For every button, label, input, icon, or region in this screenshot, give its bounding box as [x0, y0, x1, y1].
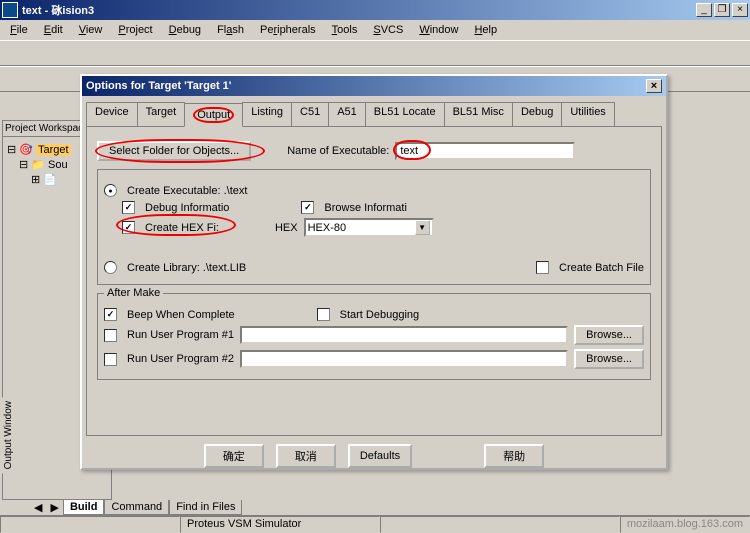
output-tab-command[interactable]: Command: [104, 500, 169, 515]
main-titlebar: text - 砯ision3 _ ❐ ×: [0, 0, 750, 20]
create-lib-radio[interactable]: [104, 261, 117, 274]
run-user2-checkbox[interactable]: [104, 353, 117, 366]
debug-info-label: Debug Informatio: [145, 202, 229, 214]
dialog-buttons: 确定 取消 Defaults 帮助: [82, 436, 666, 476]
open-icon[interactable]: [26, 43, 46, 63]
create-exe-label: Create Executable: .\text: [127, 185, 247, 197]
tab-c51[interactable]: C51: [291, 102, 329, 126]
beep-checkbox[interactable]: [104, 308, 117, 321]
close-button[interactable]: ×: [732, 3, 748, 17]
tab-output[interactable]: Output: [184, 103, 243, 127]
executable-group: Create Executable: .\text Debug Informat…: [97, 169, 651, 285]
menu-project[interactable]: Project: [112, 22, 158, 38]
tab-bl51locate[interactable]: BL51 Locate: [365, 102, 445, 126]
create-exe-radio[interactable]: [104, 184, 117, 197]
dialog-titlebar: Options for Target 'Target 1' ×: [82, 76, 666, 96]
defaults-button[interactable]: Defaults: [348, 444, 412, 468]
output-tab-find[interactable]: Find in Files: [169, 500, 242, 515]
hex-format-select[interactable]: HEX-80▼: [304, 218, 434, 237]
menu-peripherals[interactable]: Peripherals: [254, 22, 322, 38]
cut-icon[interactable]: [76, 43, 96, 63]
tab-listing[interactable]: Listing: [242, 102, 292, 126]
menu-file[interactable]: File: [4, 22, 34, 38]
copy-icon[interactable]: [98, 43, 118, 63]
menu-view[interactable]: View: [73, 22, 109, 38]
tree-source[interactable]: Sou: [48, 159, 68, 171]
tab-debug[interactable]: Debug: [512, 102, 562, 126]
minimize-button[interactable]: _: [696, 3, 712, 17]
translate-icon[interactable]: [48, 69, 68, 89]
chevron-down-icon: ▼: [415, 220, 430, 235]
statusbar: Proteus VSM Simulator mozilaam.blog.163.…: [0, 515, 750, 533]
browse-info-checkbox[interactable]: [301, 201, 314, 214]
tab-utilities[interactable]: Utilities: [561, 102, 614, 126]
dialog-tabs: Device Target Output Listing C51 A51 BL5…: [86, 102, 662, 126]
browse-info-label: Browse Informati: [324, 202, 407, 214]
save-icon[interactable]: [48, 43, 68, 63]
create-hex-label: Create HEX Fi:: [145, 222, 219, 234]
ok-button[interactable]: 确定: [204, 444, 264, 468]
paste-icon[interactable]: [120, 43, 140, 63]
menubar: File Edit View Project Debug Flash Perip…: [0, 20, 750, 40]
menu-edit[interactable]: Edit: [38, 22, 69, 38]
dialog-close-button[interactable]: ×: [646, 79, 662, 93]
menu-window[interactable]: Window: [413, 22, 464, 38]
after-make-group: After Make Beep When Complete Start Debu…: [97, 293, 651, 380]
cancel-button[interactable]: 取消: [276, 444, 336, 468]
app-title: text - 砯ision3: [22, 2, 696, 18]
options-dialog: Options for Target 'Target 1' × Device T…: [80, 74, 668, 470]
rebuild-icon[interactable]: [26, 69, 46, 89]
help-button[interactable]: 帮助: [484, 444, 544, 468]
output-tabs: ◀ ▶ Build Command Find in Files: [30, 500, 242, 515]
beep-label: Beep When Complete: [127, 309, 235, 321]
app-icon: [2, 2, 18, 18]
debug-info-checkbox[interactable]: [122, 201, 135, 214]
start-debug-label: Start Debugging: [340, 309, 420, 321]
hex-label: HEX: [275, 222, 298, 234]
after-make-title: After Make: [104, 287, 163, 299]
browse1-button[interactable]: Browse...: [574, 325, 644, 345]
executable-name-input[interactable]: [395, 142, 575, 160]
output-window-label: Output Window: [2, 397, 15, 473]
start-debug-checkbox[interactable]: [317, 308, 330, 321]
run-user2-label: Run User Program #2: [127, 353, 234, 365]
menu-help[interactable]: Help: [468, 22, 503, 38]
run-user1-label: Run User Program #1: [127, 329, 234, 341]
maximize-button[interactable]: ❐: [714, 3, 730, 17]
run-user2-input[interactable]: [240, 350, 568, 368]
dialog-title: Options for Target 'Target 1': [86, 80, 231, 92]
create-lib-label: Create Library: .\text.LIB: [127, 262, 246, 274]
tab-body: Select Folder for Objects... Name of Exe…: [86, 126, 662, 436]
select-folder-button[interactable]: Select Folder for Objects...: [97, 141, 251, 161]
create-hex-checkbox[interactable]: [122, 221, 135, 234]
name-label: Name of Executable:: [287, 145, 389, 157]
create-batch-checkbox[interactable]: [536, 261, 549, 274]
new-icon[interactable]: [4, 43, 24, 63]
tab-bl51misc[interactable]: BL51 Misc: [444, 102, 513, 126]
status-simulator: Proteus VSM Simulator: [180, 516, 380, 533]
run-user1-input[interactable]: [240, 326, 568, 344]
menu-debug[interactable]: Debug: [163, 22, 207, 38]
menu-flash[interactable]: Flash: [211, 22, 250, 38]
tab-target[interactable]: Target: [137, 102, 186, 126]
create-batch-label: Create Batch File: [559, 262, 644, 274]
toolbar-1: [0, 40, 750, 66]
tab-a51[interactable]: A51: [328, 102, 366, 126]
menu-tools[interactable]: Tools: [326, 22, 364, 38]
build-icon[interactable]: [4, 69, 24, 89]
browse2-button[interactable]: Browse...: [574, 349, 644, 369]
menu-svcs[interactable]: SVCS: [367, 22, 409, 38]
run-user1-checkbox[interactable]: [104, 329, 117, 342]
output-tab-build[interactable]: Build: [63, 500, 105, 515]
tab-device[interactable]: Device: [86, 102, 138, 126]
tree-target[interactable]: Target: [36, 144, 71, 156]
status-watermark: mozilaam.blog.163.com: [620, 516, 750, 533]
